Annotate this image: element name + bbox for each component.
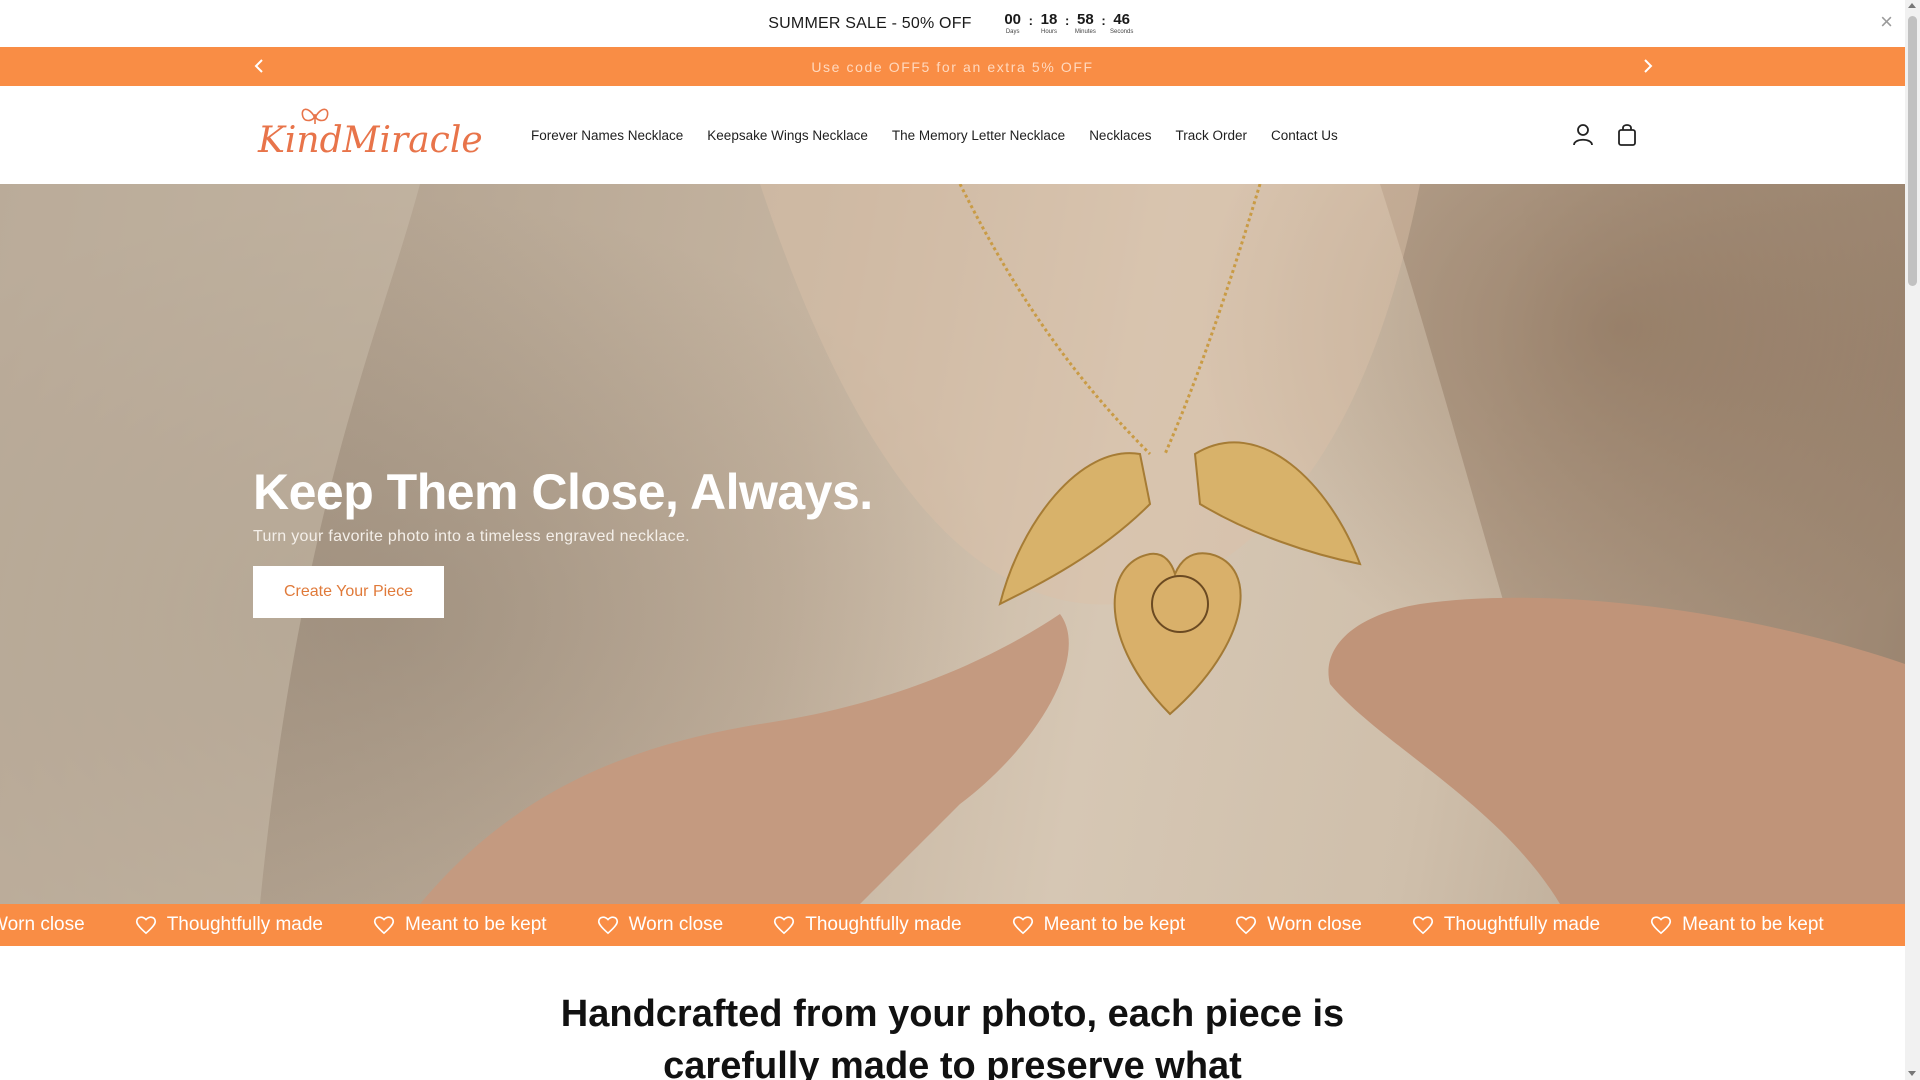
chevron-right-icon[interactable] (1637, 55, 1659, 77)
close-icon[interactable]: × (1880, 11, 1893, 33)
countdown-seconds-value: 46 (1113, 10, 1131, 28)
countdown-days: 00 Days (998, 10, 1028, 36)
countdown-seconds: 46 Seconds (1107, 10, 1137, 36)
countdown-hours-value: 18 (1040, 10, 1058, 28)
marquee-item-label: Meant to be kept (1682, 914, 1824, 935)
heart-icon (1651, 916, 1672, 935)
heart-icon (1236, 916, 1257, 935)
page: SUMMER SALE - 50% OFF 00 Days : 18 Hours… (0, 0, 1905, 1080)
hero-content: Keep Them Close, Always. Turn your favor… (253, 462, 953, 618)
marquee-item-label: Worn close (0, 914, 85, 935)
countdown-seconds-label: Seconds (1110, 28, 1134, 35)
marquee-item: Meant to be kept (1650, 914, 1824, 936)
nav-memory-letter-necklace[interactable]: The Memory Letter Necklace (892, 128, 1065, 143)
marquee-item-label: Worn close (1267, 914, 1362, 935)
heart-icon (774, 916, 795, 935)
logo[interactable]: KindMiracle (256, 102, 496, 168)
marquee-item-label: Worn close (628, 914, 724, 935)
scroll-down-icon[interactable] (1908, 1071, 1916, 1076)
countdown-hours-label: Hours (1040, 28, 1057, 35)
chevron-left-icon[interactable] (248, 55, 270, 77)
nav-track-order[interactable]: Track Order (1175, 128, 1247, 143)
heart-icon (1012, 916, 1033, 935)
marquee-item-label: Meant to be kept (405, 914, 547, 935)
marquee-item-label: Thoughtfully made (805, 914, 962, 935)
countdown-minutes-label: Minutes (1074, 28, 1096, 35)
marquee-bar: Worn close Thoughtfully made Meant to be k… (0, 904, 1905, 946)
countdown-minutes: 58 Minutes (1070, 10, 1100, 36)
countdown-days-label: Days (1005, 28, 1020, 35)
marquee-item: Worn close (597, 914, 724, 936)
scroll-thumb[interactable] (1908, 16, 1917, 286)
countdown-days-value: 00 (1004, 10, 1021, 28)
scroll-up-icon[interactable] (1908, 3, 1916, 8)
hero-title: Keep Them Close, Always. (253, 464, 873, 520)
countdown-separator: : (1065, 13, 1070, 28)
heart-icon (135, 916, 156, 935)
logo-text: KindMiracle (257, 120, 483, 161)
hero-banner: Keep Them Close, Always. Turn your favor… (0, 184, 1905, 904)
hero-subtitle: Turn your favorite photo into a timeless… (253, 528, 690, 545)
marquee-item: Thoughtfully made (135, 914, 323, 936)
account-icon[interactable] (1570, 122, 1596, 148)
heart-icon (373, 916, 395, 935)
heart-icon (597, 916, 618, 935)
countdown-bar: SUMMER SALE - 50% OFF 00 Days : 18 Hours… (0, 0, 1905, 47)
site-header: KindMiracle Forever Names Necklace Keeps… (0, 86, 1905, 184)
intro-section: Handcrafted from your photo, each piece … (0, 946, 1905, 1080)
nav-forever-names-necklace[interactable]: Forever Names Necklace (531, 128, 683, 143)
marquee-item: Meant to be kept (1012, 914, 1186, 936)
marquee-item-label: Thoughtfully made (166, 914, 324, 935)
cart-icon[interactable] (1614, 122, 1640, 148)
countdown-separator: : (1028, 13, 1033, 28)
sale-text: SUMMER SALE - 50% OFF (768, 14, 972, 32)
marquee-item-label: Meant to be kept (1043, 914, 1186, 935)
marquee-item: Thoughtfully made (773, 914, 962, 936)
countdown-separator: : (1101, 13, 1106, 28)
nav-necklaces[interactable]: Necklaces (1089, 128, 1151, 143)
announcement-bar: Use code OFF5 for an extra 5% OFF (0, 47, 1905, 86)
nav-keepsake-wings-necklace[interactable]: Keepsake Wings Necklace (707, 128, 868, 143)
marquee-item: Worn close (1235, 914, 1362, 936)
marquee-item: Meant to be kept (373, 914, 547, 936)
marquee-item-label: Thoughtfully made (1443, 914, 1601, 935)
intro-text: Handcrafted from your photo, each piece … (560, 993, 1345, 1080)
marquee-item: Worn close (0, 914, 85, 936)
create-your-piece-button[interactable]: Create Your Piece (253, 566, 444, 618)
heart-icon (1412, 916, 1433, 935)
main-nav: Forever Names Necklace Keepsake Wings Ne… (531, 86, 1362, 184)
scrollbar[interactable] (1905, 0, 1920, 1080)
announcement-text: Use code OFF5 for an extra 5% OFF (811, 58, 1094, 75)
marquee-item: Thoughtfully made (1412, 914, 1600, 936)
countdown-hours: 18 Hours (1034, 10, 1064, 36)
marquee-track: Worn close Thoughtfully made Meant to be k… (0, 914, 1874, 936)
nav-contact-us[interactable]: Contact Us (1271, 128, 1338, 143)
countdown-minutes-value: 58 (1077, 10, 1094, 28)
